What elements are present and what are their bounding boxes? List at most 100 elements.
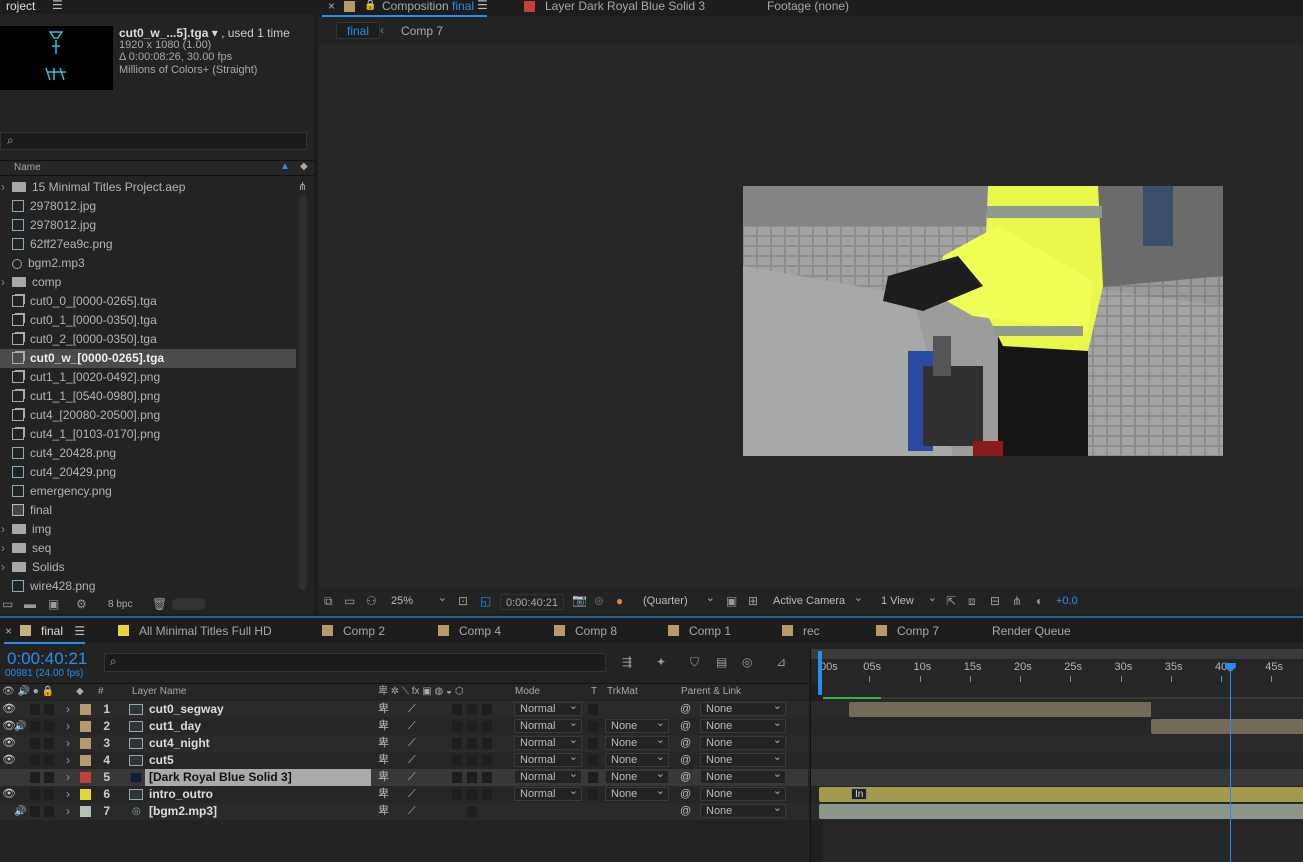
project-item[interactable]: cut4_20428.png (0, 444, 296, 463)
zoom-dropdown[interactable]: 25% (386, 592, 450, 609)
layer-switch-box[interactable] (467, 704, 477, 715)
layer-label-swatch[interactable] (80, 772, 91, 783)
shy-switch-icon[interactable]: 卑 (378, 735, 389, 752)
trkmat-dropdown[interactable]: None (605, 768, 669, 784)
time-start-marker[interactable] (818, 651, 822, 695)
lock-switch[interactable] (44, 704, 54, 715)
project-item[interactable]: › comp (0, 273, 296, 292)
timeline-tab[interactable]: Render Queue (992, 621, 1071, 641)
blend-mode-dropdown[interactable]: Normal (514, 700, 582, 716)
tab-footage[interactable]: Footage (none) (767, 0, 849, 13)
layer-name[interactable]: intro_outro (149, 786, 213, 803)
quality-switch-icon[interactable]: ⟋ (408, 786, 416, 803)
layer-switch-box[interactable] (467, 755, 477, 766)
delete-icon[interactable]: 🗑 (152, 597, 167, 611)
preserve-transparency-box[interactable] (588, 772, 598, 783)
layer-twirl-icon[interactable]: › (66, 752, 70, 769)
parent-pickwhip-icon[interactable]: @ (680, 786, 691, 803)
quality-switch-icon[interactable]: ⟋ (408, 803, 416, 820)
preserve-transparency-box[interactable] (588, 704, 598, 715)
blend-mode-dropdown[interactable]: Normal (514, 717, 582, 733)
toggle-pixel-aspect-icon[interactable]: ⇱ (946, 594, 956, 608)
shy-icon[interactable]: ⛉ (690, 655, 699, 670)
layer-row[interactable]: 👁 › 1 cut0_segway 卑 ⟋ Normal @ None (0, 700, 808, 718)
lock-switch[interactable] (44, 789, 54, 800)
new-folder-icon[interactable]: ▬ (24, 597, 36, 611)
layer-duration-bar[interactable] (1150, 719, 1303, 734)
visibility-eye-icon[interactable]: 👁 (2, 786, 16, 803)
layer-twirl-icon[interactable]: › (66, 786, 70, 803)
layer-switch-box[interactable] (467, 806, 477, 817)
layer-switch-box[interactable] (467, 789, 477, 800)
disclosure-icon[interactable]: › (1, 520, 5, 539)
project-item[interactable]: cut0_1_[0000-0350].tga (0, 311, 296, 330)
timeline-tab[interactable]: Comp 1 (668, 621, 731, 641)
shy-switch-icon[interactable]: 卑 (378, 752, 389, 769)
layer-name[interactable]: cut1_day (149, 718, 201, 735)
color-channels-icon[interactable]: ● (616, 594, 623, 608)
layer-switch-box[interactable] (482, 738, 492, 749)
timeline-tab[interactable]: Comp 4 (438, 621, 501, 641)
col-name[interactable]: Name (14, 162, 41, 173)
transparency-grid-icon[interactable]: ⊞ (748, 594, 758, 608)
close-tab-icon[interactable]: × (5, 621, 12, 641)
layer-twirl-icon[interactable]: › (66, 803, 70, 820)
layer-twirl-icon[interactable]: › (66, 769, 70, 786)
layer-row[interactable]: › 5 [Dark Royal Blue Solid 3] 卑 ⟋ Normal None @… (0, 768, 808, 786)
layer-label-swatch[interactable] (80, 738, 91, 749)
viewer-menu-icon[interactable]: ☰ (477, 0, 488, 12)
camera-dropdown[interactable]: Active Camera (768, 592, 866, 609)
solo-switch[interactable] (30, 704, 40, 715)
parent-pickwhip-icon[interactable]: @ (680, 803, 691, 820)
visibility-eye-icon[interactable]: 👁 (2, 701, 16, 718)
tab-layer[interactable]: Layer Dark Royal Blue Solid 3 (545, 0, 705, 13)
layer-duration-bar[interactable] (849, 702, 1151, 717)
timeline-tab[interactable]: Comp 8 (554, 621, 617, 641)
solo-switch[interactable] (30, 772, 40, 783)
draft-3d-icon[interactable]: ✦ (656, 655, 666, 669)
snapshot-icon[interactable]: 📷 (572, 593, 587, 607)
project-tab[interactable]: roject (6, 0, 35, 13)
project-scrollbar[interactable] (299, 195, 307, 590)
parent-dropdown[interactable]: None (700, 802, 786, 818)
viewer-timecode[interactable]: 0:00:40:21 (500, 594, 564, 610)
project-item[interactable]: cut0_w_[0000-0265].tga (0, 349, 296, 368)
panel-splitter[interactable] (0, 616, 1303, 618)
layer-switch-box[interactable] (467, 772, 477, 783)
disclosure-icon[interactable]: › (1, 178, 5, 197)
timeline-tab[interactable]: Comp 7 (876, 621, 939, 641)
project-item[interactable]: cut1_1_[0020-0492].png (0, 368, 296, 387)
project-item[interactable]: › Solids (0, 558, 296, 577)
lock-icon[interactable]: 🔒 (364, 0, 376, 12)
sort-arrow-icon[interactable]: ▲ (280, 161, 290, 172)
solo-switch[interactable] (30, 738, 40, 749)
project-item[interactable]: cut4_20429.png (0, 463, 296, 482)
layer-label-swatch[interactable] (80, 789, 91, 800)
visibility-eye-icon[interactable]: 👁 (2, 735, 16, 752)
motion-blur-icon[interactable]: ◎ (742, 655, 752, 669)
views-dropdown[interactable]: 1 View (876, 592, 940, 609)
layer-row[interactable]: 👁 › 3 cut4_night 卑 ⟋ Normal None @ None (0, 734, 808, 752)
layer-switch-box[interactable] (452, 738, 462, 749)
interpret-footage-icon[interactable]: ▭ (2, 597, 13, 611)
project-item[interactable]: cut0_2_[0000-0350].tga (0, 330, 296, 349)
project-item[interactable]: › seq (0, 539, 296, 558)
blend-mode-dropdown[interactable]: Normal (514, 768, 582, 784)
current-time[interactable]: 0:00:40:21 (7, 649, 87, 669)
project-item[interactable]: › 15 Minimal Titles Project.aep (0, 178, 296, 197)
quality-switch-icon[interactable]: ⟋ (408, 718, 416, 735)
layer-twirl-icon[interactable]: › (66, 701, 70, 718)
project-item[interactable]: cut1_1_[0540-0980].png (0, 387, 296, 406)
quality-switch-icon[interactable]: ⟋ (408, 735, 416, 752)
always-preview-icon[interactable]: ⧉ (324, 594, 333, 609)
layer-label-swatch[interactable] (80, 704, 91, 715)
parent-dropdown[interactable]: None (700, 734, 786, 750)
layer-row[interactable]: 👁 › 6 intro_outro 卑 ⟋ Normal None @ None (0, 785, 808, 803)
close-tab-icon[interactable]: × (328, 0, 335, 13)
lock-switch[interactable] (44, 755, 54, 766)
parent-pickwhip-icon[interactable]: @ (680, 752, 691, 769)
shy-switch-icon[interactable]: 卑 (378, 786, 389, 803)
trkmat-dropdown[interactable]: None (605, 717, 669, 733)
layer-label-swatch[interactable] (80, 755, 91, 766)
resolution-dropdown[interactable]: (Quarter) (638, 592, 718, 609)
